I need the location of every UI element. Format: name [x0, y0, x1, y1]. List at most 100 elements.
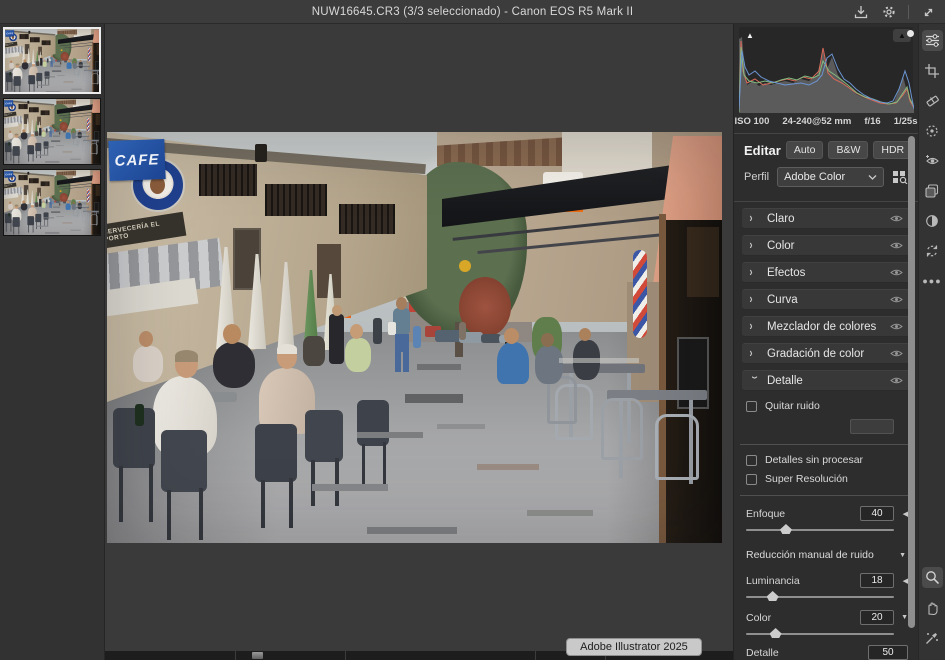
cafe-sign: CAFE: [108, 139, 165, 181]
section-efectos[interactable]: › Efectos: [742, 262, 910, 283]
dock-tooltip: Adobe Illustrator 2025: [566, 638, 702, 656]
section-color[interactable]: › Color: [742, 235, 910, 256]
hand-tool-icon[interactable]: [922, 597, 943, 618]
luminance-slider-thumb[interactable]: [767, 591, 779, 601]
thumbnail-3[interactable]: CAFE CERVECERÍA EL PORTO: [3, 169, 101, 236]
section-curva[interactable]: › Curva: [742, 289, 910, 310]
chevron-right-icon: ›: [750, 292, 759, 306]
presets-tool-icon[interactable]: [922, 180, 943, 201]
eye-icon[interactable]: [890, 295, 903, 304]
luminance-value[interactable]: 18: [860, 573, 894, 588]
sharpen-slider-thumb[interactable]: [780, 524, 792, 534]
thumbnail-2[interactable]: CAFE CERVECERÍA EL PORTO: [3, 98, 101, 165]
photo-shape: [107, 132, 722, 543]
denoise-checkbox[interactable]: [746, 401, 757, 412]
more-tools-icon[interactable]: ●●●: [922, 270, 943, 291]
title-bar: NUW16645.CR3 (3/3 seleccionado) - Canon …: [0, 0, 945, 24]
thumbnail-photo[interactable]: CAFE CERVECERÍA EL PORTO: [4, 170, 101, 235]
section-claro[interactable]: › Claro: [742, 208, 910, 229]
disclosure-down-icon[interactable]: ▼: [894, 614, 908, 621]
chevron-right-icon: ›: [750, 265, 759, 279]
eye-icon[interactable]: [890, 268, 903, 277]
hdr-button[interactable]: HDR: [873, 141, 912, 159]
profile-label: Perfil: [744, 171, 769, 183]
zoom-tool-icon[interactable]: [922, 567, 943, 588]
disclosure-down-icon[interactable]: ▼: [892, 552, 906, 559]
nr-color-slider-thumb[interactable]: [770, 628, 782, 638]
eye-icon[interactable]: [890, 241, 903, 250]
thumbnail-1-selected[interactable]: CAFE CERVECERÍA EL PORTO: [3, 27, 101, 94]
photo-shape: [4, 99, 101, 164]
sharpen-value[interactable]: 40: [860, 506, 894, 521]
settings-gear-icon[interactable]: [880, 3, 898, 21]
exif-metadata: ISO 100 24-240@52 mm f/16 1/25s: [734, 116, 918, 127]
bw-button[interactable]: B&W: [828, 141, 868, 159]
iso-value: ISO 100: [735, 116, 770, 127]
photo-shape: [4, 170, 101, 235]
panel-title: Editar: [744, 143, 781, 158]
eye-icon[interactable]: [890, 322, 903, 331]
shadow-clipping-icon[interactable]: ▲: [741, 29, 759, 42]
chevron-right-icon: ›: [750, 319, 759, 333]
disclosure-left-icon[interactable]: ◀: [894, 510, 908, 518]
photo-preview[interactable]: CAFE CERVECERÍA EL PORTO: [107, 132, 722, 543]
window-title: NUW16645.CR3 (3/3 seleccionado) - Canon …: [312, 6, 633, 18]
chevron-down-icon: [868, 174, 877, 180]
fullscreen-icon[interactable]: [919, 3, 937, 21]
sync-tool-icon[interactable]: [922, 240, 943, 261]
cafe-sign: CAFE: [4, 171, 13, 178]
super-resolution-checkbox[interactable]: [746, 474, 757, 485]
filmstrip: CAFE CERVECERÍA EL PORTO CAFE CERVECERÍA…: [0, 24, 105, 660]
photo-shape: [5, 29, 101, 94]
section-detalle[interactable]: › Detalle: [742, 370, 910, 391]
raw-details-checkbox[interactable]: [746, 455, 757, 466]
cafe-sign: CAFE: [4, 100, 13, 107]
chevron-right-icon: ›: [750, 346, 759, 360]
eye-icon[interactable]: [890, 376, 903, 385]
nr-color-value[interactable]: 20: [860, 610, 894, 625]
toolbar-separator: [908, 5, 909, 19]
masking-tool-icon[interactable]: [922, 120, 943, 141]
eye-icon[interactable]: [890, 214, 903, 223]
nr-detail-value[interactable]: 50: [868, 645, 908, 660]
section-mezclador[interactable]: › Mezclador de colores: [742, 316, 910, 337]
lens-value: 24-240@52 mm: [782, 116, 851, 127]
dock-app-icon[interactable]: [252, 652, 263, 659]
profile-dropdown[interactable]: Adobe Color: [777, 167, 884, 187]
section-gradacion[interactable]: › Gradación de color: [742, 343, 910, 364]
super-resolution-label: Super Resolución: [765, 473, 848, 485]
panel-scrollbar[interactable]: [908, 136, 915, 628]
denoise-label: Quitar ruido: [765, 400, 820, 412]
luminance-label: Luminancia: [746, 575, 860, 587]
camera-raw-window: NUW16645.CR3 (3/3 seleccionado) - Canon …: [0, 0, 945, 660]
nr-detail-label: Detalle: [746, 647, 868, 659]
preview-canvas: CAFE CERVECERÍA EL PORTO Adobe Illustrat…: [105, 24, 733, 660]
tool-rail: ●●●: [918, 24, 945, 660]
profile-browser-icon[interactable]: [892, 170, 908, 184]
nr-color-slider[interactable]: [746, 627, 894, 639]
manual-nr-title: Reducción manual de ruido: [746, 549, 892, 561]
auto-button[interactable]: Auto: [786, 141, 824, 159]
luminance-slider[interactable]: [746, 590, 894, 602]
thumbnail-photo[interactable]: CAFE CERVECERÍA EL PORTO: [5, 29, 101, 94]
save-icon[interactable]: [852, 3, 870, 21]
crop-tool-icon[interactable]: [922, 60, 943, 81]
chevron-down-icon: ›: [747, 376, 761, 385]
chevron-right-icon: ›: [750, 211, 759, 225]
cafe-sign: CAFE: [5, 30, 14, 37]
healing-tool-icon[interactable]: [922, 90, 943, 111]
eye-icon[interactable]: [890, 349, 903, 358]
red-eye-tool-icon[interactable]: [922, 150, 943, 171]
eyedropper-tool-icon[interactable]: [922, 627, 943, 648]
chevron-right-icon: ›: [750, 238, 759, 252]
histogram[interactable]: ▲ ▲: [739, 27, 913, 113]
scroll-indicator: [907, 30, 914, 37]
thumbnail-photo[interactable]: CAFE CERVECERÍA EL PORTO: [4, 99, 101, 164]
denoise-amount-box: [850, 419, 894, 434]
disclosure-left-icon[interactable]: ◀: [894, 577, 908, 585]
adjustments-circle-icon[interactable]: [922, 210, 943, 231]
edit-tool-icon[interactable]: [922, 30, 943, 51]
sharpen-slider[interactable]: [746, 523, 894, 535]
edit-panel: ▲ ▲ ISO 100 24-240@52 mm f/16 1/25s Edit…: [733, 24, 918, 660]
nr-color-label: Color: [746, 612, 860, 624]
